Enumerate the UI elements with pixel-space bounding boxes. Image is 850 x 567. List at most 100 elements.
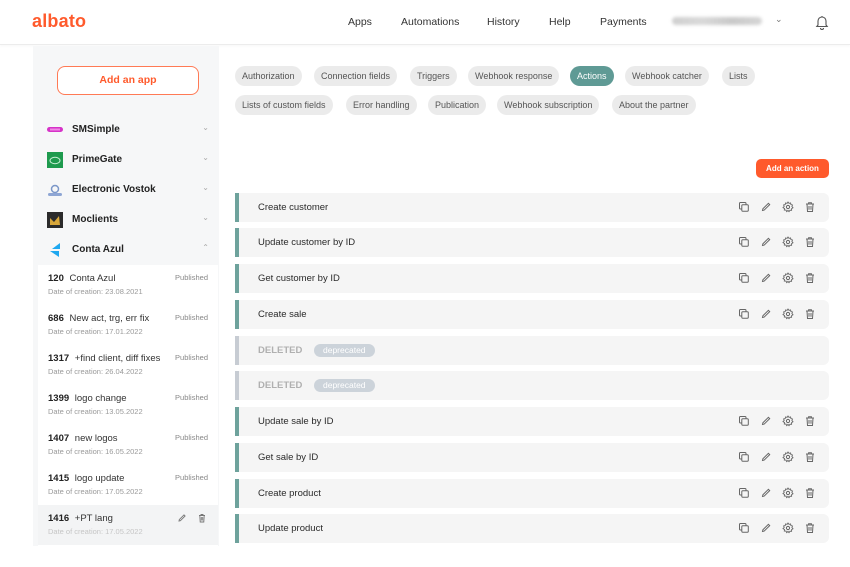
gear-icon[interactable] xyxy=(782,308,794,320)
tab-lists[interactable]: Lists xyxy=(722,66,755,86)
chevron-down-icon: ⌄ xyxy=(202,123,209,132)
pencil-icon[interactable] xyxy=(177,513,187,523)
action-row[interactable]: Create sale xyxy=(235,300,829,329)
albato-logo[interactable]: albato xyxy=(32,11,86,32)
copy-icon[interactable] xyxy=(738,522,750,534)
version-item[interactable]: 120 Conta Azul Date of creation: 23.08.2… xyxy=(38,265,218,305)
trash-icon[interactable] xyxy=(804,487,816,499)
action-row[interactable]: Create customer xyxy=(235,193,829,222)
action-row[interactable]: Create product xyxy=(235,479,829,508)
action-row[interactable]: Update product xyxy=(235,514,829,543)
trash-icon[interactable] xyxy=(197,513,207,523)
user-email-blurred[interactable] xyxy=(672,17,762,25)
trash-icon[interactable] xyxy=(804,236,816,248)
chevron-up-icon: ⌃ xyxy=(202,243,209,252)
tab-webhook-response[interactable]: Webhook response xyxy=(468,66,560,86)
action-name: Get customer by ID xyxy=(258,273,340,284)
tab-publication[interactable]: Publication xyxy=(428,95,487,115)
tab-error-handling[interactable]: Error handling xyxy=(346,95,417,115)
trash-icon[interactable] xyxy=(804,522,816,534)
version-list: 120 Conta Azul Date of creation: 23.08.2… xyxy=(38,265,218,546)
pencil-icon[interactable] xyxy=(760,201,772,213)
tab-actions[interactable]: Actions xyxy=(570,66,614,86)
sidebar-app-electronic-vostok[interactable]: Electronic Vostok ⌄ xyxy=(33,175,219,205)
gear-icon[interactable] xyxy=(782,451,794,463)
action-row[interactable]: Get customer by ID xyxy=(235,264,829,293)
sidebar-app-moclients[interactable]: Moclients ⌄ xyxy=(33,205,219,235)
sidebar-app-smsimple[interactable]: SMSimple ⌄ xyxy=(33,115,219,145)
deprecated-badge: deprecated xyxy=(314,379,375,392)
nav-payments[interactable]: Payments xyxy=(600,16,647,28)
gear-icon[interactable] xyxy=(782,415,794,427)
trash-icon[interactable] xyxy=(804,415,816,427)
version-item-active[interactable]: 1416 +PT lang Date of creation: 17.05.20… xyxy=(38,505,218,545)
copy-icon[interactable] xyxy=(738,201,750,213)
top-header: albato Apps Automations History Help Pay… xyxy=(0,0,850,45)
action-name: Update customer by ID xyxy=(258,237,356,248)
gear-icon[interactable] xyxy=(782,522,794,534)
copy-icon[interactable] xyxy=(738,272,750,284)
version-item[interactable]: 1407 new logos Date of creation: 16.05.2… xyxy=(38,425,218,465)
version-title: Conta Azul xyxy=(69,273,116,284)
version-title: logo update xyxy=(74,473,125,484)
bell-icon[interactable] xyxy=(815,14,829,30)
version-date: Date of creation: 17.05.2022 xyxy=(48,487,143,496)
action-row-deleted[interactable]: DELETED deprecated xyxy=(235,371,829,400)
tab-connection-fields[interactable]: Connection fields xyxy=(314,66,398,86)
version-item[interactable]: 1415 logo update Date of creation: 17.05… xyxy=(38,465,218,505)
nav-automations[interactable]: Automations xyxy=(401,16,459,28)
row-actions xyxy=(738,487,816,499)
pencil-icon[interactable] xyxy=(760,272,772,284)
version-item[interactable]: 1399 logo change Date of creation: 13.05… xyxy=(38,385,218,425)
gear-icon[interactable] xyxy=(782,272,794,284)
version-title: +PT lang xyxy=(74,513,113,524)
action-row[interactable]: Get sale by ID xyxy=(235,443,829,472)
version-item[interactable]: 1317 +find client, diff fixes Date of cr… xyxy=(38,345,218,385)
nav-history[interactable]: History xyxy=(487,16,520,28)
version-title: +find client, diff fixes xyxy=(74,353,161,364)
version-status: Published xyxy=(175,393,208,402)
nav-apps[interactable]: Apps xyxy=(348,16,372,28)
action-row[interactable]: Update sale by ID xyxy=(235,407,829,436)
tab-authorization[interactable]: Authorization xyxy=(235,66,302,86)
copy-icon[interactable] xyxy=(738,236,750,248)
gear-icon[interactable] xyxy=(782,487,794,499)
copy-icon[interactable] xyxy=(738,415,750,427)
pencil-icon[interactable] xyxy=(760,415,772,427)
version-status: Published xyxy=(175,473,208,482)
sidebar-app-primegate[interactable]: PrimeGate ⌄ xyxy=(33,145,219,175)
smsimple-logo-icon xyxy=(47,122,63,138)
gear-icon[interactable] xyxy=(782,236,794,248)
pencil-icon[interactable] xyxy=(760,308,772,320)
nav-help[interactable]: Help xyxy=(549,16,571,28)
tab-webhook-catcher[interactable]: Webhook catcher xyxy=(625,66,709,86)
copy-icon[interactable] xyxy=(738,451,750,463)
version-id: 1416 xyxy=(48,513,70,524)
tab-triggers[interactable]: Triggers xyxy=(410,66,457,86)
tab-about-the-partner[interactable]: About the partner xyxy=(612,95,696,115)
trash-icon[interactable] xyxy=(804,451,816,463)
gear-icon[interactable] xyxy=(782,201,794,213)
trash-icon[interactable] xyxy=(804,308,816,320)
pencil-icon[interactable] xyxy=(760,487,772,499)
chevron-down-icon[interactable]: ⌄ xyxy=(775,14,783,25)
copy-icon[interactable] xyxy=(738,487,750,499)
version-id: 686 xyxy=(48,313,64,324)
trash-icon[interactable] xyxy=(804,201,816,213)
action-row-deleted[interactable]: DELETED deprecated xyxy=(235,336,829,365)
tab-webhook-subscription[interactable]: Webhook subscription xyxy=(497,95,600,115)
pencil-icon[interactable] xyxy=(760,451,772,463)
pencil-icon[interactable] xyxy=(760,522,772,534)
sidebar-app-conta-azul[interactable]: Conta Azul ⌃ xyxy=(33,235,219,265)
add-app-button[interactable]: Add an app xyxy=(57,66,199,95)
version-item[interactable]: 686 New act, trg, err fix Date of creati… xyxy=(38,305,218,345)
row-actions xyxy=(738,451,816,463)
trash-icon[interactable] xyxy=(804,272,816,284)
pencil-icon[interactable] xyxy=(760,236,772,248)
add-action-button[interactable]: Add an action xyxy=(756,159,829,178)
tab-lists-of-custom-fields[interactable]: Lists of custom fields xyxy=(235,95,333,115)
app-name: Conta Azul xyxy=(72,244,124,255)
action-row[interactable]: Update customer by ID xyxy=(235,228,829,257)
copy-icon[interactable] xyxy=(738,308,750,320)
action-name: Update product xyxy=(258,523,323,534)
